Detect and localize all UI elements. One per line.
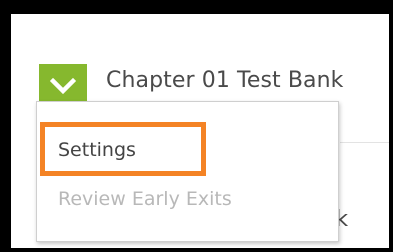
frame-top-border xyxy=(0,0,393,14)
frame-left-border xyxy=(0,0,11,252)
row-divider xyxy=(340,142,389,143)
frame-bottom-border xyxy=(0,248,393,252)
actions-dropdown-menu: Settings Review Early Exits xyxy=(36,101,339,242)
frame-right-border xyxy=(389,0,393,252)
chevron-down-icon xyxy=(50,77,76,95)
item-title[interactable]: Chapter 01 Test Bank xyxy=(106,68,344,93)
menu-item-settings[interactable]: Settings xyxy=(58,139,136,161)
menu-item-review-early-exits: Review Early Exits xyxy=(58,188,232,210)
